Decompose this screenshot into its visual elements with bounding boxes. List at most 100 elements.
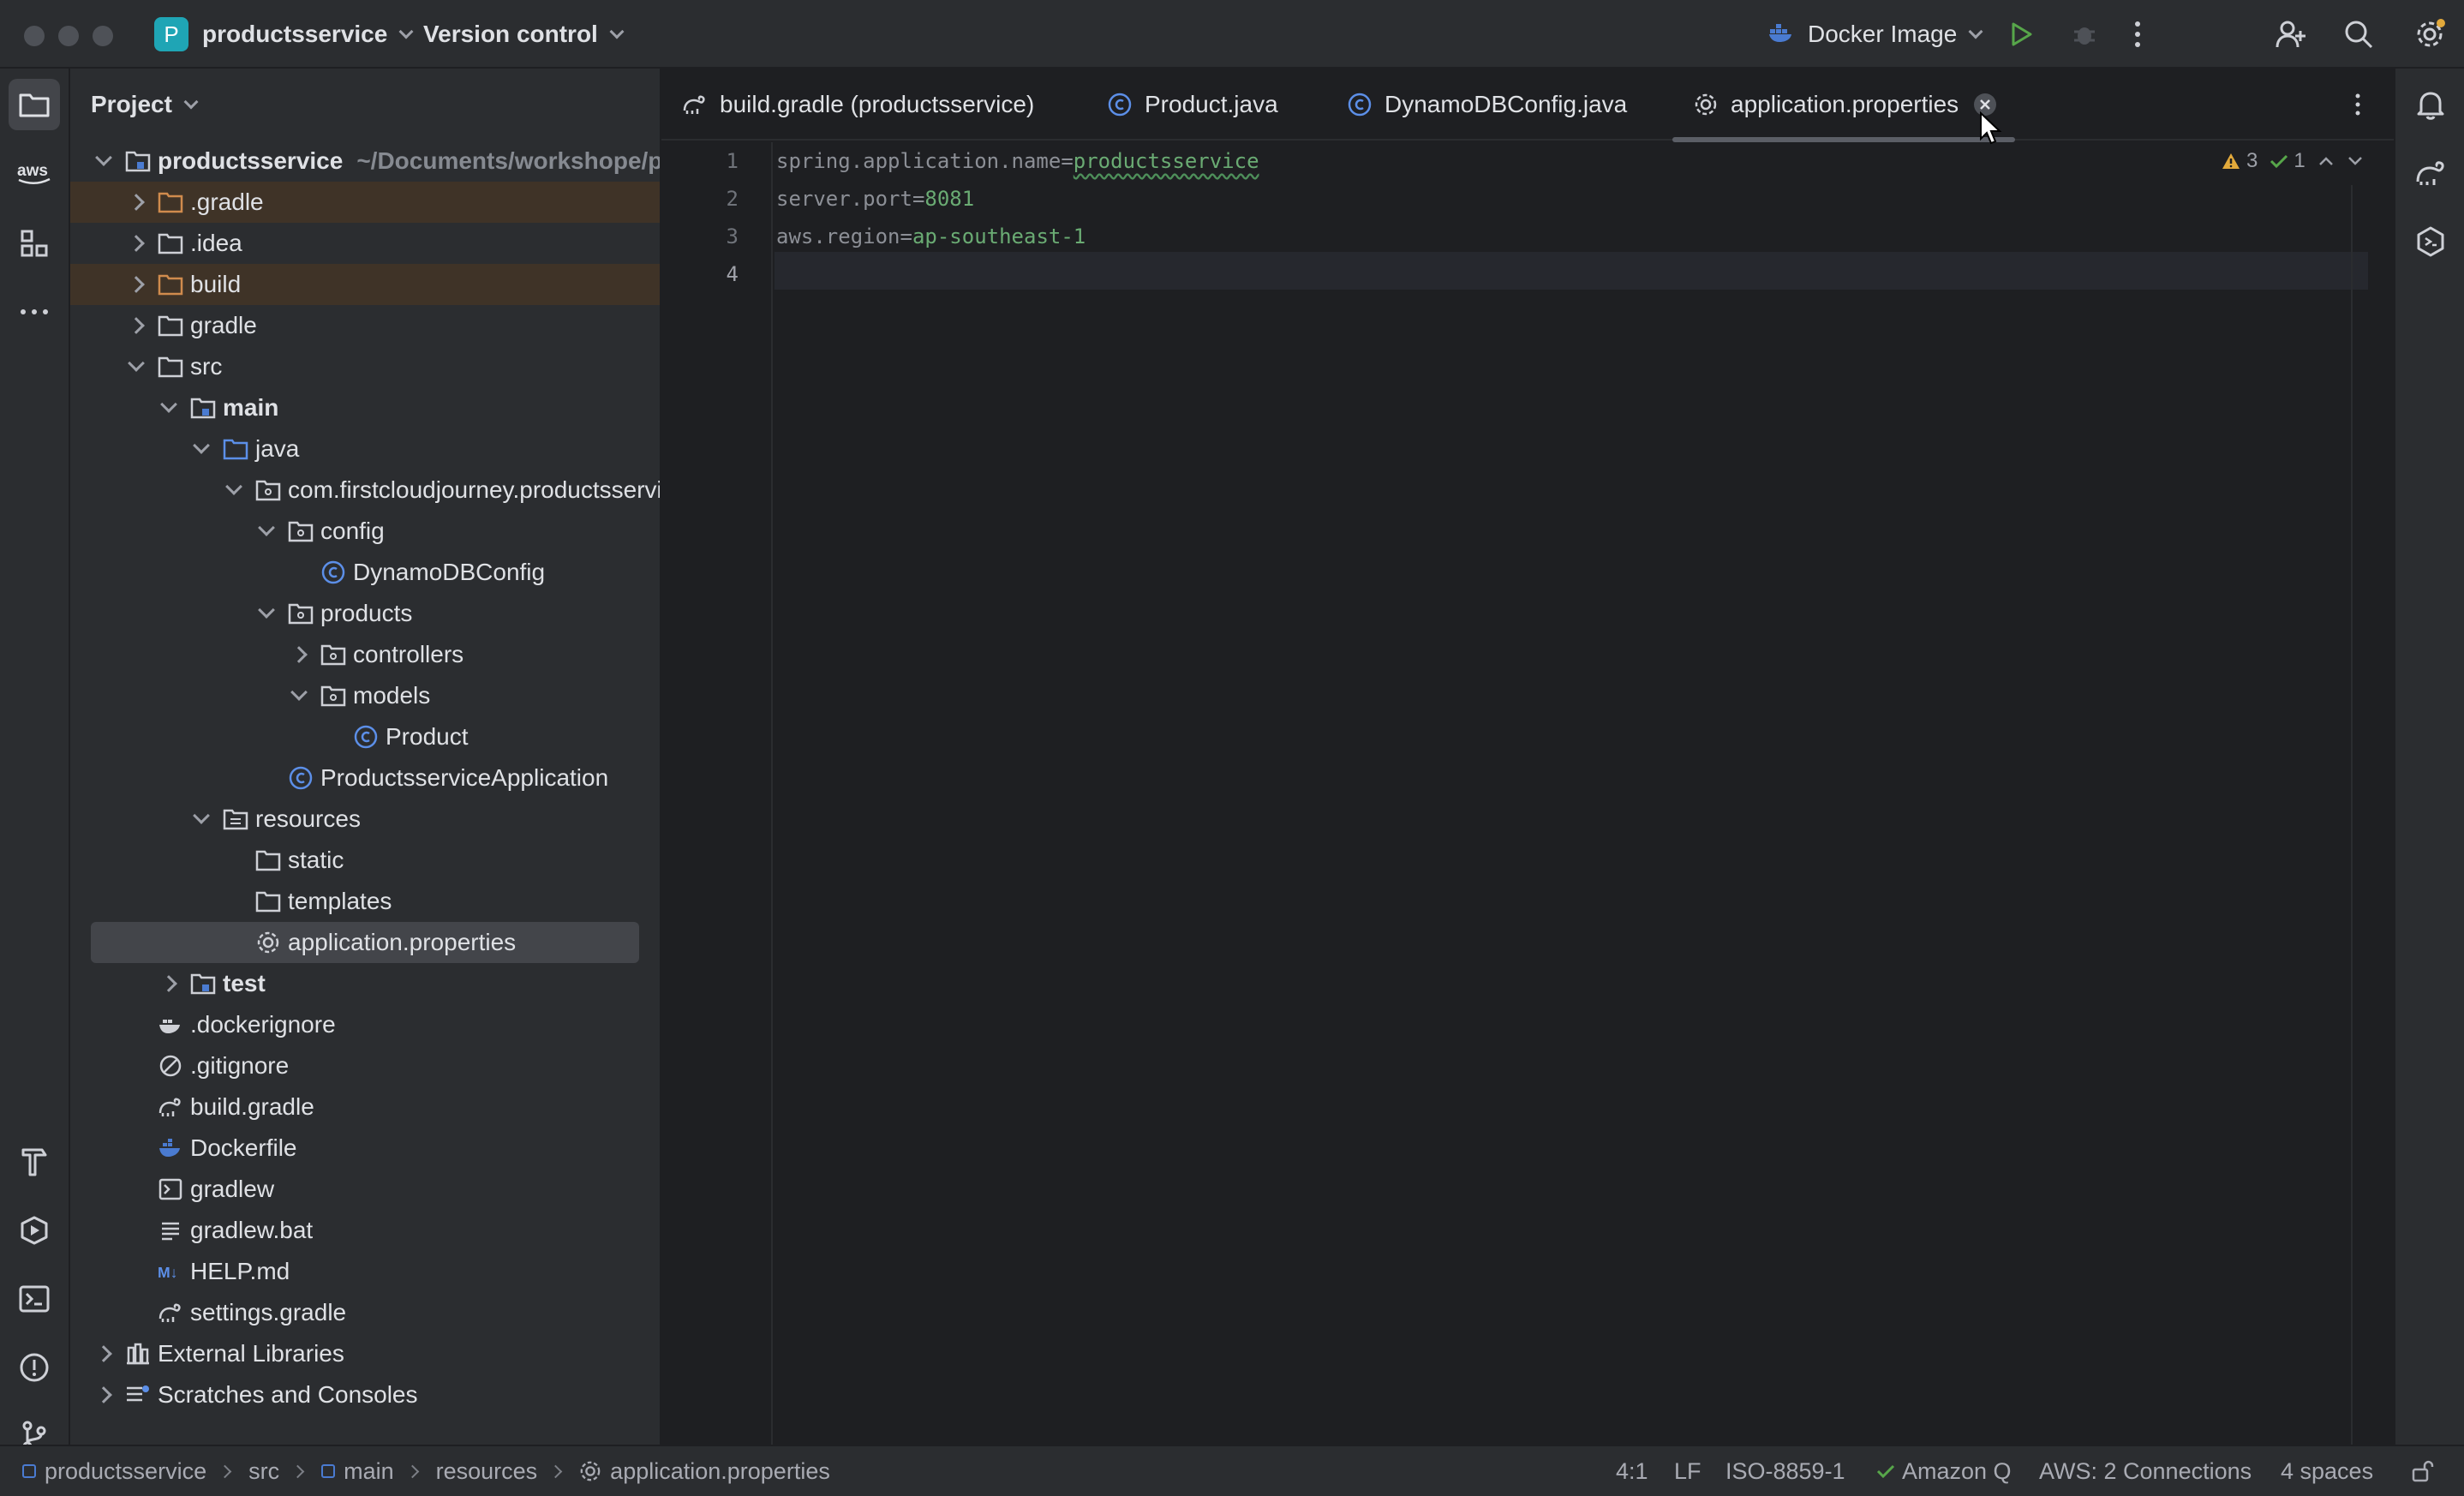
tree-row-java[interactable]: java (70, 428, 660, 470)
tree-row-resources[interactable]: resources (70, 799, 660, 840)
tree-row-product[interactable]: Product (70, 716, 660, 757)
bug-icon (2074, 27, 2095, 45)
tree-row-root[interactable]: productsservice ~/Documents/workshope/pro… (70, 141, 660, 182)
zoom-window-button[interactable] (93, 26, 113, 46)
tree-row-templates[interactable]: templates (70, 881, 660, 922)
tab-build-gradle[interactable]: build.gradle (productsservice) (682, 69, 1034, 141)
tree-row-gitignore[interactable]: .gitignore (70, 1045, 660, 1086)
debug-button[interactable] (2072, 0, 2097, 69)
amazon-q-status[interactable]: Amazon Q (1876, 1446, 2012, 1496)
close-window-button[interactable] (24, 26, 45, 46)
more-tools-button[interactable] (9, 286, 60, 338)
gradle-tool-button[interactable] (2405, 147, 2456, 199)
aws-connections[interactable]: AWS: 2 Connections (2039, 1446, 2252, 1496)
collapse-arrow-icon[interactable] (193, 437, 210, 454)
tree-row-settings-gradle[interactable]: settings.gradle (70, 1292, 660, 1333)
tree-row-application-properties[interactable]: application.properties (91, 922, 639, 963)
inspection-widget[interactable]: 3 1 (2221, 142, 2364, 180)
breadcrumb-item[interactable]: main (344, 1458, 394, 1485)
more-actions-button[interactable] (2133, 0, 2142, 69)
collapse-arrow-icon[interactable] (258, 519, 275, 536)
collapse-arrow-icon[interactable] (160, 396, 177, 413)
tree-row-help-md[interactable]: M↓ HELP.md (70, 1251, 660, 1292)
collapse-arrow-icon[interactable] (225, 478, 242, 495)
code-with-me-button[interactable] (2276, 0, 2306, 69)
tree-row-gradlew[interactable]: gradlew (70, 1169, 660, 1210)
run-config-selector[interactable]: Docker Image (1768, 0, 1983, 69)
expand-arrow-icon[interactable] (95, 149, 112, 166)
collapse-arrow-icon[interactable] (258, 601, 275, 619)
settings-button[interactable] (2414, 0, 2445, 69)
indent-setting[interactable]: 4 spaces (2281, 1446, 2373, 1496)
breadcrumb-item[interactable]: productsservice (45, 1458, 206, 1485)
project-tool-button[interactable] (9, 79, 60, 130)
tree-row-controllers[interactable]: controllers (70, 634, 660, 675)
code-line[interactable]: spring.application.name=productsservice (776, 142, 1259, 180)
tab-product-java[interactable]: Product.java (1107, 69, 1278, 141)
project-switcher[interactable]: P productsservice (154, 0, 414, 69)
services-tool-button[interactable] (9, 1205, 60, 1256)
version-control-menu[interactable]: Version control (423, 0, 625, 69)
tree-row-external-libraries[interactable]: External Libraries (70, 1333, 660, 1374)
warnings-count[interactable]: 3 (2221, 149, 2258, 173)
code-editor[interactable]: 1 2 3 4 spring.application.name=products… (661, 142, 2394, 1445)
chevron-down-icon[interactable] (2347, 155, 2364, 167)
ai-assistant-button[interactable] (2405, 216, 2456, 267)
tree-row-static[interactable]: static (70, 840, 660, 881)
expand-arrow-icon[interactable] (95, 1345, 112, 1362)
expand-arrow-icon[interactable] (290, 646, 308, 663)
chevron-up-icon[interactable] (2317, 155, 2335, 167)
terminal-tool-button[interactable] (9, 1273, 60, 1325)
tree-row-gradlew-bat[interactable]: gradlew.bat (70, 1210, 660, 1251)
expand-arrow-icon[interactable] (128, 317, 145, 334)
tree-row-application-class[interactable]: ProductsserviceApplication (70, 757, 660, 799)
tab-dynamodbconfig-java[interactable]: DynamoDBConfig.java (1347, 69, 1627, 141)
build-tool-button[interactable] (9, 1136, 60, 1188)
ok-count[interactable]: 1 (2270, 149, 2306, 173)
expand-arrow-icon[interactable] (128, 235, 145, 252)
tree-row-scratches[interactable]: Scratches and Consoles (70, 1374, 660, 1415)
collapse-arrow-icon[interactable] (128, 355, 145, 372)
code-line[interactable]: server.port=8081 (776, 180, 974, 218)
tree-row-package[interactable]: com.firstcloudjourney.productsservice (70, 470, 660, 511)
read-only-toggle[interactable] (2411, 1446, 2435, 1496)
expand-arrow-icon[interactable] (128, 194, 145, 211)
breadcrumb-item[interactable]: src (248, 1458, 279, 1485)
line-separator[interactable]: LF (1674, 1446, 1701, 1496)
tree-row-idea[interactable]: .idea (70, 223, 660, 264)
tree-row-products[interactable]: products (70, 593, 660, 634)
problems-tool-button[interactable] (9, 1342, 60, 1393)
tree-row-build-gradle[interactable]: build.gradle (70, 1086, 660, 1128)
vertical-scrollbar[interactable] (2351, 185, 2353, 1445)
collapse-arrow-icon[interactable] (193, 807, 210, 824)
run-button[interactable] (2010, 0, 2034, 69)
expand-arrow-icon[interactable] (160, 975, 177, 992)
tree-row-dynamodbconfig[interactable]: DynamoDBConfig (70, 552, 660, 593)
tree-row-main[interactable]: main (70, 387, 660, 428)
aws-tool-button[interactable]: aws (9, 147, 60, 199)
tree-row-test[interactable]: test (70, 963, 660, 1004)
code-line[interactable]: aws.region=ap-southeast-1 (776, 218, 1085, 255)
tree-row-dot-gradle[interactable]: .gradle (70, 182, 660, 223)
tree-row-dockerfile[interactable]: Dockerfile (70, 1128, 660, 1169)
project-panel-header[interactable]: Project (70, 69, 660, 141)
tree-row-models[interactable]: models (70, 675, 660, 716)
file-encoding[interactable]: ISO-8859-1 (1725, 1446, 1845, 1496)
collapse-arrow-icon[interactable] (290, 684, 308, 701)
minimize-window-button[interactable] (58, 26, 79, 46)
tree-row-build[interactable]: build (70, 264, 660, 305)
breadcrumb-item[interactable]: application.properties (610, 1458, 830, 1485)
breadcrumb-item[interactable]: resources (436, 1458, 538, 1485)
notifications-button[interactable] (2405, 79, 2456, 130)
tree-row-config[interactable]: config (70, 511, 660, 552)
structure-tool-button[interactable] (9, 218, 60, 269)
expand-arrow-icon[interactable] (128, 276, 145, 293)
search-button[interactable] (2344, 0, 2373, 69)
caret-position[interactable]: 4:1 (1616, 1446, 1648, 1496)
tree-row-gradle[interactable]: gradle (70, 305, 660, 346)
tree-row-dockerignore[interactable]: .dockerignore (70, 1004, 660, 1045)
expand-arrow-icon[interactable] (95, 1386, 112, 1403)
tab-application-properties[interactable]: application.properties (1693, 69, 1997, 141)
tree-row-src[interactable]: src (70, 346, 660, 387)
tab-options-button[interactable] (2354, 69, 2361, 141)
